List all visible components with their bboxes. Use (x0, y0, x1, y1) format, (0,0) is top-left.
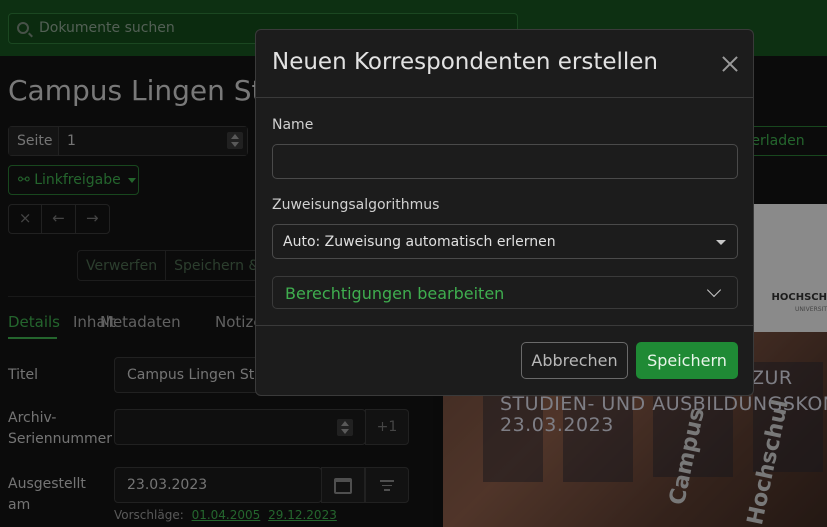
name-input[interactable] (272, 144, 738, 179)
permissions-accordion[interactable]: Berechtigungen bearbeiten (272, 276, 738, 309)
save-button[interactable]: Speichern (636, 342, 738, 379)
algorithm-field-label: Zuweisungsalgorithmus (272, 197, 440, 213)
dialog-title: Neuen Korrespondenten erstellen (272, 49, 659, 75)
cancel-button[interactable]: Abbrechen (521, 342, 628, 379)
create-correspondent-dialog: Neuen Korrespondenten erstellen Name Zuw… (255, 29, 754, 396)
algorithm-selected-value: Auto: Zuweisung automatisch erlernen (283, 234, 556, 250)
close-icon[interactable] (720, 54, 740, 74)
permissions-label: Berechtigungen bearbeiten (285, 284, 505, 303)
chevron-down-icon (716, 240, 726, 245)
chevron-down-icon (706, 282, 722, 298)
name-field-label: Name (272, 117, 314, 133)
algorithm-select[interactable]: Auto: Zuweisung automatisch erlernen (272, 224, 738, 259)
dialog-header: Neuen Korrespondenten erstellen (256, 30, 753, 98)
